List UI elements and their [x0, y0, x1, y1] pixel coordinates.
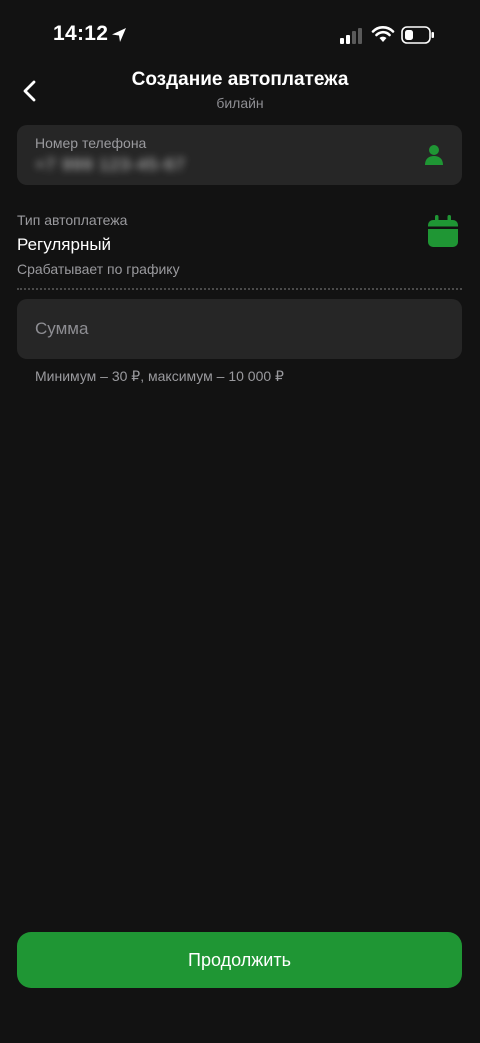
autopay-type-value: Регулярный: [17, 235, 112, 254]
page-subtitle: билайн: [216, 95, 264, 111]
calendar-icon[interactable]: [428, 215, 458, 247]
page-title: Создание автоплатежа: [131, 69, 349, 90]
location-arrow-icon: [112, 28, 126, 42]
phone-number-label: Номер телефона: [35, 135, 147, 151]
amount-field[interactable]: [17, 299, 462, 359]
amount-input[interactable]: [17, 299, 462, 359]
cellular-signal-icon: [340, 28, 362, 44]
status-time: 14:12: [53, 22, 109, 45]
amount-hint: Минимум – 30 ₽, максимум – 10 000 ₽: [35, 368, 284, 384]
autopay-type-label: Тип автоплатежа: [17, 212, 128, 228]
status-bar: 14:12: [0, 0, 480, 70]
contact-person-icon[interactable]: [424, 143, 444, 167]
battery-icon: [401, 26, 434, 44]
continue-button-label: Продолжить: [188, 949, 291, 970]
phone-number-value[interactable]: +7 999 123-45-67: [35, 155, 186, 175]
phone-number-field[interactable]: Номер телефона +7 999 123-45-67: [17, 125, 462, 185]
autopay-type-description: Срабатывает по графику: [17, 261, 180, 277]
divider: [17, 288, 462, 290]
wifi-icon: [371, 26, 395, 42]
continue-button[interactable]: Продолжить: [17, 932, 462, 988]
